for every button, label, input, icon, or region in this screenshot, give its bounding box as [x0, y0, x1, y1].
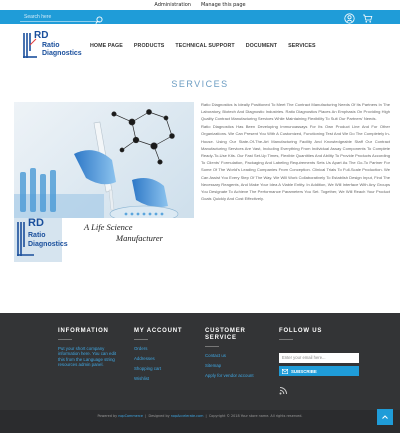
footer-customer-service-title-line1: CUSTOMER: [205, 328, 246, 334]
bottom-bar: Powered by nopCommerce | Designed by nop…: [0, 409, 400, 433]
footer-link-addresses[interactable]: Addresses: [134, 356, 182, 362]
designed-by-link[interactable]: nopAccelerate.com: [171, 414, 204, 418]
user-icon: [344, 13, 355, 24]
footer-link-orders[interactable]: Orders: [134, 346, 182, 352]
newsletter-email-input[interactable]: [279, 352, 359, 363]
nav-item-technical-support[interactable]: TECHNICAL SUPPORT: [175, 43, 234, 49]
logo-initials: RD: [34, 30, 49, 41]
search-button[interactable]: [95, 12, 103, 24]
hero-logo-line1: Ratio: [28, 232, 46, 239]
search-input[interactable]: [20, 12, 100, 22]
top-bar: [0, 10, 400, 24]
footer-divider: [279, 339, 293, 340]
subscribe-label: SUBSCRIBE: [291, 368, 317, 374]
nav-item-document[interactable]: DOCUMENT: [246, 43, 277, 49]
nav-item-home[interactable]: HOME PAGE: [90, 43, 123, 49]
admin-bar: Administration Manage this page: [0, 0, 400, 10]
logo-name-line1: Ratio: [42, 42, 60, 49]
copyright-text: Copyright © 2018 Your store name. All ri…: [208, 414, 303, 418]
hero-tagline-line1: A Life Science: [84, 222, 133, 232]
cart-button[interactable]: [362, 11, 373, 23]
footer-link-sitemap[interactable]: Sitemap: [205, 363, 254, 369]
footer-my-account: MY ACCOUNT Orders Addresses Shopping car…: [134, 328, 182, 386]
cart-icon: [363, 14, 373, 23]
scroll-to-top-button[interactable]: [377, 409, 393, 425]
hero-logo-line2: Diagnostics: [28, 241, 68, 248]
envelope-icon: [282, 368, 288, 374]
page-title: SERVICES: [171, 79, 229, 89]
logo-name-line2: Diagnostics: [42, 50, 82, 57]
rss-link[interactable]: [279, 382, 288, 395]
powered-by-link[interactable]: nopCommerce: [118, 414, 143, 418]
footer-link-vendor-account[interactable]: Apply for vendor account: [205, 373, 254, 379]
header: RD Ratio Diagnostics HOME PAGE PRODUCTS …: [0, 24, 400, 68]
admin-link[interactable]: Administration: [154, 2, 191, 8]
footer-link-contact-us[interactable]: Contact us: [205, 353, 254, 359]
main-nav: HOME PAGE PRODUCTS TECHNICAL SUPPORT DOC…: [90, 43, 316, 49]
footer-information-title: INFORMATION: [58, 328, 109, 334]
article-paragraph: Ratio Diagnostics Has Been Developing Im…: [201, 124, 391, 202]
nav-item-services[interactable]: SERVICES: [288, 43, 316, 49]
article-body: Ratio Diagnostics Is Ideally Positioned …: [201, 101, 390, 203]
footer-follow-us: FOLLOW US SUBSCRIBE: [279, 328, 359, 395]
site-logo[interactable]: RD Ratio Diagnostics: [22, 30, 82, 61]
rss-icon: [279, 387, 287, 395]
copyright-line: Powered by nopCommerce | Designed by nop…: [97, 414, 303, 418]
footer-information: INFORMATION Put your short company infor…: [58, 328, 124, 368]
footer-link-wishlist[interactable]: Wishlist: [134, 376, 182, 382]
footer-divider: [134, 339, 148, 340]
footer-follow-us-title: FOLLOW US: [279, 328, 323, 334]
footer-customer-service-title-line2: SERVICE: [205, 335, 237, 341]
account-button[interactable]: [344, 11, 355, 24]
designed-by-label: Designed by: [148, 414, 170, 418]
powered-by-label: Powered by: [97, 414, 118, 418]
chevron-up-icon: [382, 415, 388, 419]
nav-item-products[interactable]: PRODUCTS: [134, 43, 165, 49]
footer-information-text: Put your short company information here.…: [58, 346, 117, 368]
footer-divider: [205, 346, 219, 347]
subscribe-button[interactable]: SUBSCRIBE: [279, 366, 359, 376]
hero-tagline-line2: Manufacturer: [116, 233, 163, 243]
hero-image: RD Ratio Diagnostics A Life Science Manu…: [14, 102, 194, 262]
article-paragraph: Ratio Diagnostics Is Ideally Positioned …: [201, 102, 390, 122]
footer-customer-service: CUSTOMER SERVICE Contact us Sitemap Appl…: [205, 328, 254, 383]
footer-link-shopping-cart[interactable]: Shopping cart: [134, 366, 182, 372]
footer-my-account-title: MY ACCOUNT: [134, 328, 183, 334]
footer-divider: [58, 339, 72, 340]
manage-page-link[interactable]: Manage this page: [201, 2, 246, 8]
hero-logo-initials: RD: [28, 217, 44, 229]
footer: INFORMATION Put your short company infor…: [0, 313, 400, 410]
